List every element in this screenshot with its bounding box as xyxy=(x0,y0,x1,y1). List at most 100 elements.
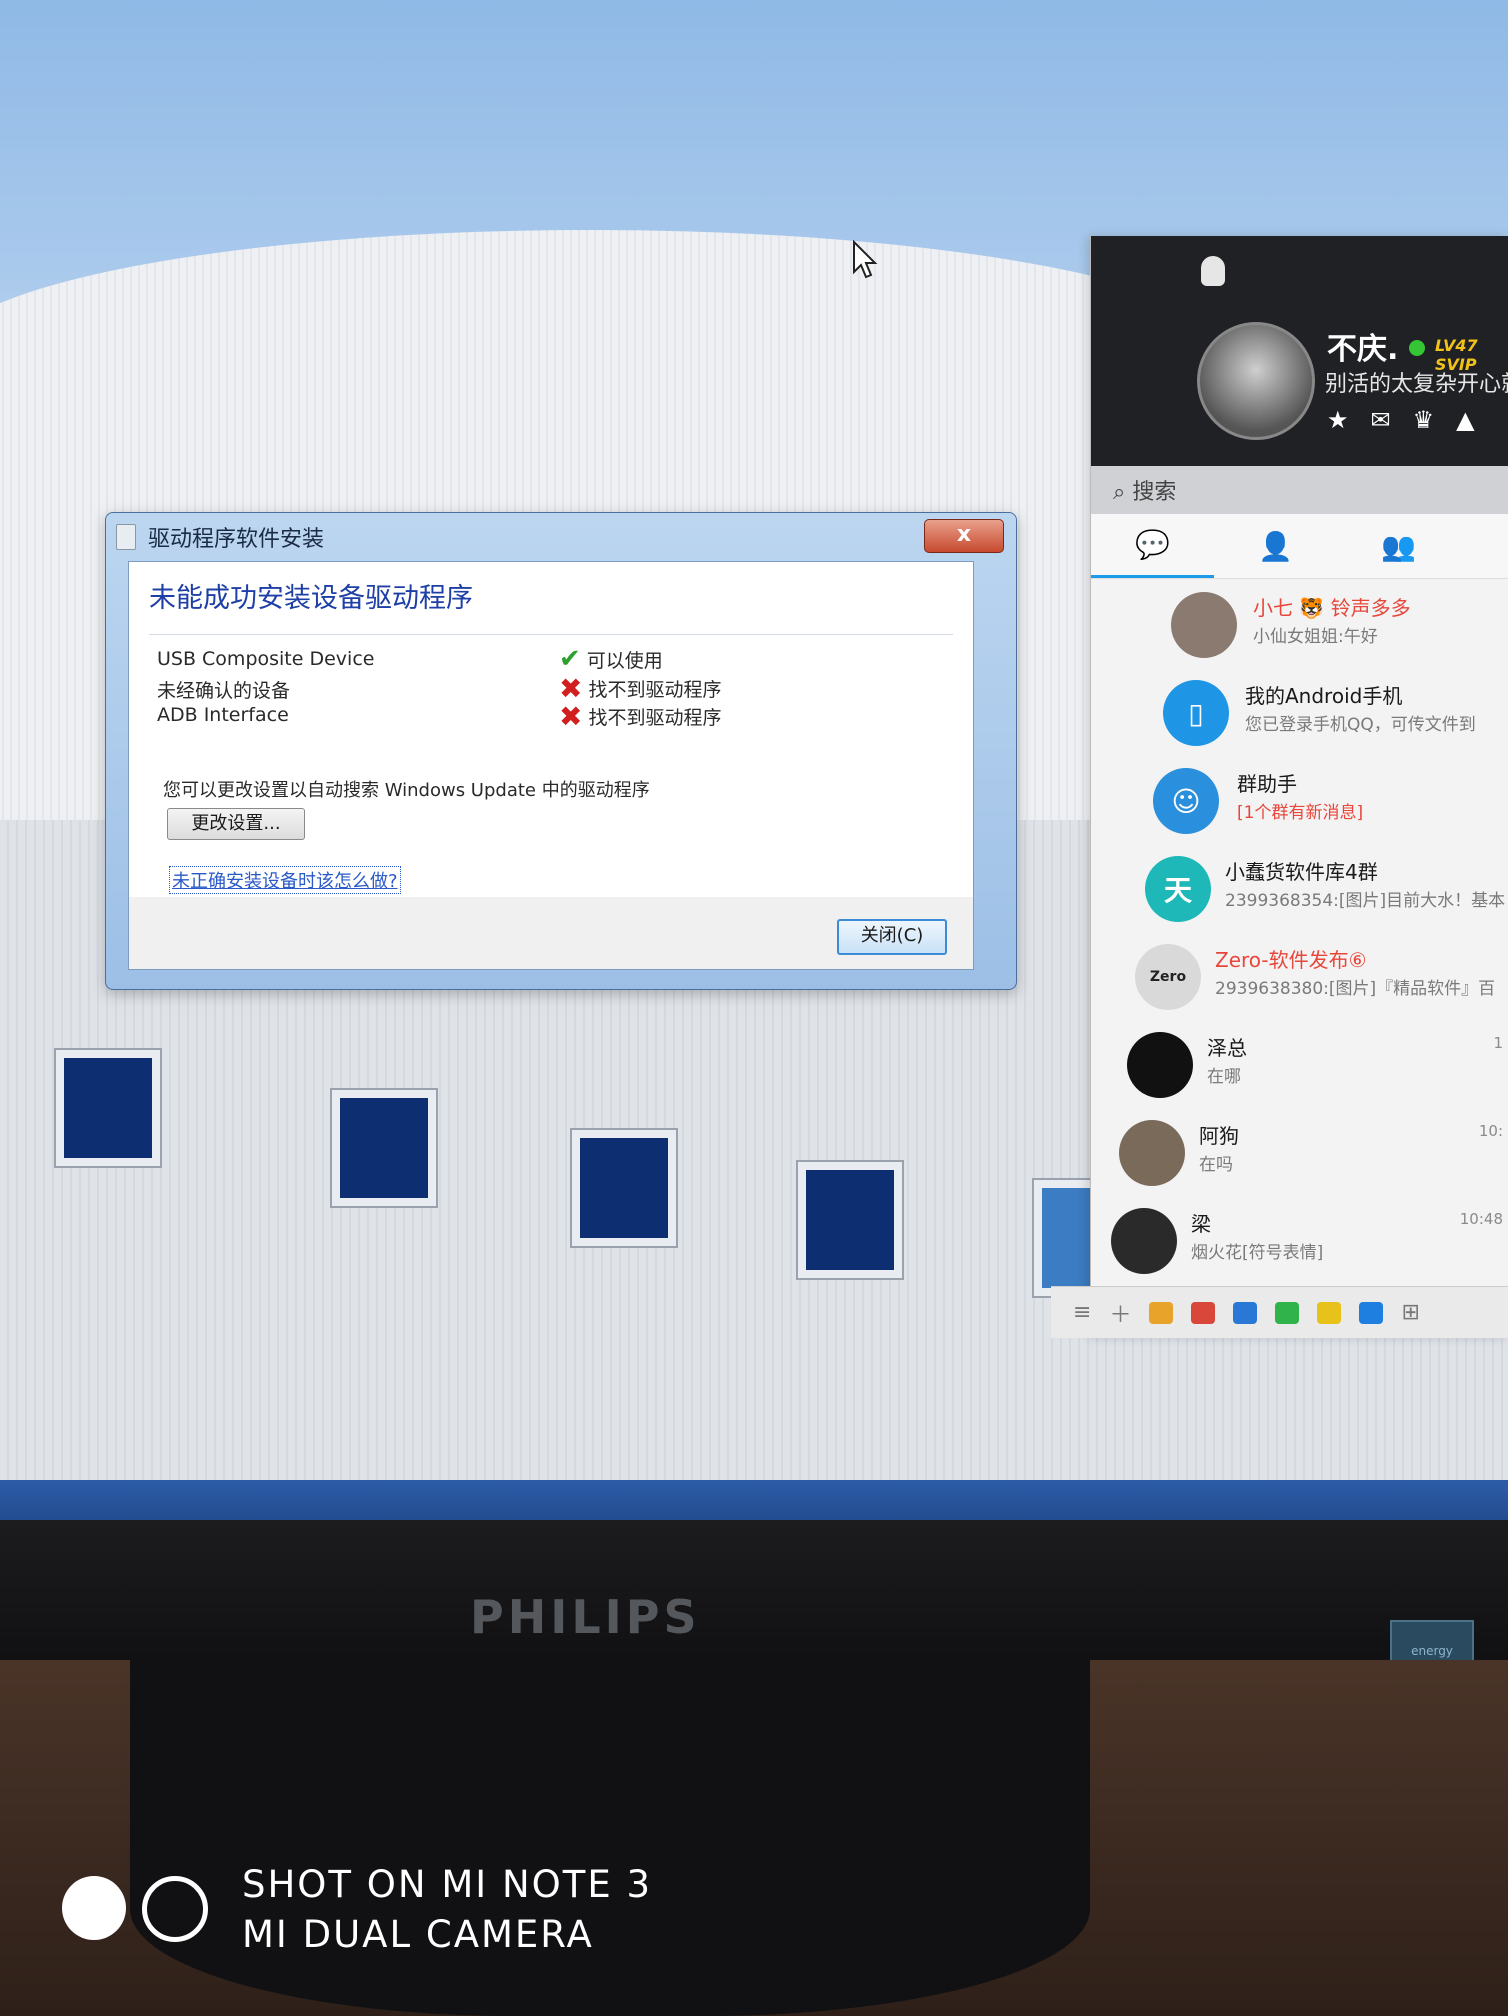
dual-camera-ring-icon xyxy=(142,1876,208,1942)
app-game-icon[interactable] xyxy=(1149,1301,1174,1324)
dialog-close-x-button[interactable]: x xyxy=(924,519,1004,553)
phone-icon: ▯ xyxy=(1163,680,1229,746)
avatar xyxy=(1111,1208,1177,1274)
conversation-name: Zero-软件发布⑥ xyxy=(1215,948,1367,972)
conversation-list: 小七 🐯 铃声多多 小仙女姐姐:午好 ▯ 我的Android手机 您已登录手机Q… xyxy=(1091,580,1508,1284)
monitor-stand xyxy=(130,1660,1090,2016)
conversation-time: 10: xyxy=(1478,1122,1503,1140)
conversation-message: 2939638380:[图片]『精品软件』百 xyxy=(1215,979,1496,999)
conversation-name: 群助手 xyxy=(1237,772,1297,796)
conversation-message: 烟火花[符号表情] xyxy=(1191,1243,1324,1263)
contact-icon: 👤 xyxy=(1258,529,1293,563)
list-item[interactable]: Zero Zero-软件发布⑥ 2939638380:[图片]『精品软件』百 xyxy=(1091,932,1508,1020)
wallpaper-window xyxy=(56,1050,160,1166)
avatar: Zero xyxy=(1135,944,1201,1010)
dialog-footer: 关闭(C) xyxy=(128,897,974,970)
conversation-message: 在哪 xyxy=(1207,1067,1241,1087)
list-item[interactable]: 天 小蠢货软件库4群 2399368354:[图片]目前大水！基本 xyxy=(1091,844,1508,932)
help-link[interactable]: 未正确安装设备时该怎么做? xyxy=(169,866,401,894)
warning-icon[interactable]: ▲ xyxy=(1456,406,1474,434)
conversation-message: 小仙女姐姐:午好 xyxy=(1253,627,1378,647)
avatar xyxy=(1127,1032,1193,1098)
online-status-icon[interactable] xyxy=(1409,340,1425,356)
avatar[interactable] xyxy=(1197,322,1315,440)
list-item[interactable]: ▯ 我的Android手机 您已登录手机QQ，可传文件到 xyxy=(1091,668,1508,756)
list-item[interactable]: ☺ 群助手 [1个群有新消息] xyxy=(1091,756,1508,844)
qq-bottom-toolbar: ≡ ＋ ⊞ xyxy=(1051,1286,1508,1338)
search-placeholder: 搜索 xyxy=(1132,480,1177,505)
conversation-name: 泽总 xyxy=(1207,1036,1247,1060)
conversation-message: 在吗 xyxy=(1199,1155,1233,1175)
qq-signature[interactable]: 别活的太复杂开心就 xyxy=(1325,366,1508,398)
group-icon: 👥 xyxy=(1381,529,1416,563)
qq-header-toolbar: ★ ✉ ♛ ▲ xyxy=(1327,406,1475,434)
conversation-name: 阿狗 xyxy=(1199,1124,1239,1148)
app-music-icon[interactable] xyxy=(1317,1301,1342,1324)
add-icon[interactable]: ＋ xyxy=(1109,1297,1131,1329)
mouse-cursor-icon xyxy=(853,240,878,279)
tab-groups[interactable]: 👥 xyxy=(1337,514,1460,578)
chat-bubble-icon: 💬 xyxy=(1135,528,1170,561)
avatar xyxy=(1171,592,1237,658)
device-name: 未经确认的设备 xyxy=(157,680,291,702)
watermark-line1: SHOT ON MI NOTE 3 xyxy=(242,1863,653,1906)
wallpaper-window xyxy=(332,1090,436,1206)
monitor-bezel xyxy=(0,1520,1508,1670)
device-status: ✔ 可以使用 xyxy=(559,644,663,674)
dialog-titlebar[interactable]: 驱动程序软件安装 xyxy=(116,519,996,555)
list-item[interactable]: 阿狗 在吗 10: xyxy=(1091,1108,1508,1196)
list-item[interactable]: 梁 烟火花[符号表情] 10:48 xyxy=(1091,1196,1508,1284)
change-settings-button[interactable]: 更改设置... xyxy=(167,808,305,840)
conversation-time: 10:48 xyxy=(1459,1210,1503,1228)
mail-icon[interactable]: ✉ xyxy=(1371,406,1391,434)
app-mail-icon[interactable] xyxy=(1233,1301,1258,1324)
qq-tabs: 💬 👤 👥 xyxy=(1091,514,1508,579)
device-icon xyxy=(116,524,136,550)
avatar: 天 xyxy=(1145,856,1211,922)
menu-icon[interactable]: ≡ xyxy=(1073,1300,1091,1325)
qq-penguin-icon xyxy=(1201,256,1225,286)
crown-icon[interactable]: ♛ xyxy=(1413,406,1435,434)
wallpaper-window xyxy=(572,1130,676,1246)
driver-install-dialog: 驱动程序软件安装 x 未能成功安装设备驱动程序 USB Composite De… xyxy=(105,512,1017,990)
qq-main-panel: 不庆. LV47 SVIP 别活的太复杂开心就 ★ ✉ ♛ ▲ ⌕ 搜索 💬 👤… xyxy=(1051,236,1508,1338)
device-status-text: 可以使用 xyxy=(586,649,663,672)
avatar xyxy=(1119,1120,1185,1186)
check-icon: ✔ xyxy=(559,644,581,674)
conversation-message: 您已登录手机QQ，可传文件到 xyxy=(1245,715,1476,735)
device-status-text: 找不到驱动程序 xyxy=(588,679,722,701)
conversation-name: 梁 xyxy=(1191,1212,1211,1236)
app-security-icon[interactable] xyxy=(1359,1301,1384,1324)
list-item[interactable]: 小七 🐯 铃声多多 小仙女姐姐:午好 xyxy=(1091,580,1508,668)
conversation-message: 2399368354:[图片]目前大水！基本 xyxy=(1225,891,1506,911)
device-status-text: 找不到驱动程序 xyxy=(588,707,722,729)
app-video-icon[interactable] xyxy=(1275,1301,1300,1324)
device-name: USB Composite Device xyxy=(157,648,375,670)
windows-update-hint: 您可以更改设置以自动搜索 Windows Update 中的驱动程序 xyxy=(163,780,650,801)
dialog-body: 未能成功安装设备驱动程序 USB Composite Device ✔ 可以使用… xyxy=(128,561,974,899)
search-input[interactable]: ⌕ 搜索 xyxy=(1091,466,1508,514)
search-icon: ⌕ xyxy=(1113,480,1126,505)
conversation-name: 小七 🐯 铃声多多 xyxy=(1253,596,1411,620)
search-label: ⌕ 搜索 xyxy=(1113,474,1176,506)
close-button[interactable]: 关闭(C) xyxy=(837,919,947,955)
qq-nickname: 不庆. xyxy=(1327,332,1399,367)
conversation-message: [1个群有新消息] xyxy=(1237,803,1364,823)
monitor-brand-logo: PHILIPS xyxy=(470,1590,701,1644)
list-item[interactable]: 泽总 在哪 1 xyxy=(1091,1020,1508,1108)
dialog-heading: 未能成功安装设备驱动程序 xyxy=(149,583,473,614)
app-pet-icon[interactable] xyxy=(1191,1301,1216,1324)
star-icon[interactable]: ★ xyxy=(1327,406,1349,434)
app-grid-icon[interactable]: ⊞ xyxy=(1401,1300,1419,1325)
error-x-icon: ✖ xyxy=(559,700,583,733)
tab-contacts[interactable]: 👤 xyxy=(1214,514,1337,578)
camera-watermark-icon xyxy=(62,1876,208,1942)
conversation-time: 1 xyxy=(1493,1034,1503,1052)
conversation-name: 我的Android手机 xyxy=(1245,684,1403,708)
tab-messages[interactable]: 💬 xyxy=(1091,514,1214,578)
device-status: ✖ 找不到驱动程序 xyxy=(559,700,721,733)
wallpaper-window xyxy=(798,1162,902,1278)
group-helper-icon: ☺ xyxy=(1153,768,1219,834)
camera-watermark: SHOT ON MI NOTE 3 MI DUAL CAMERA xyxy=(242,1860,652,1960)
dual-camera-dot-icon xyxy=(62,1876,126,1940)
